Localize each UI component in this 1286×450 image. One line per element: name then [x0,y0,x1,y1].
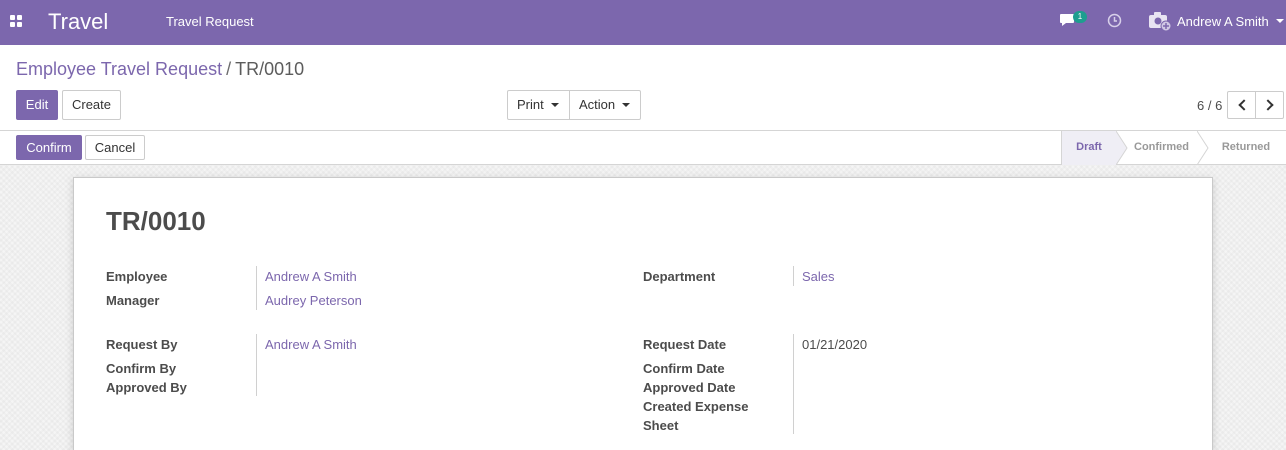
confirm-date-label: Confirm Date [643,361,725,376]
apps-icon[interactable] [10,15,23,27]
field-divider [256,334,257,396]
employee-value[interactable]: Andrew A Smith [265,269,357,284]
breadcrumb-separator: / [226,59,232,79]
created-expense-sheet-label-cont: Sheet [643,418,679,433]
request-date-label: Request Date [643,337,727,352]
field-divider [793,266,794,286]
created-expense-sheet-label: Created Expense [643,399,749,414]
pager-previous-button[interactable] [1227,91,1256,119]
stage-returned: Returned [1221,141,1271,153]
confirm-button[interactable]: Confirm [16,135,82,160]
request-date-value: 01/21/2020 [802,337,868,352]
request-by-label: Request By [106,337,178,352]
approved-by-label: Approved By [106,380,187,395]
edit-button[interactable]: Edit [16,90,58,120]
field-divider [793,334,794,434]
caret-down-icon [622,103,630,107]
record-title: TR/0010 [106,206,206,236]
action-label: Action [579,97,616,112]
chevron-left-icon [1238,99,1250,111]
breadcrumb-parent[interactable]: Employee Travel Request [16,59,222,79]
stage-draft: Draft [1061,131,1116,165]
menu-travel-request[interactable]: Travel Request [166,14,254,29]
status-bar: Confirm Cancel Draft Confirmed Returned [0,131,1286,165]
field-divider [256,266,257,310]
chevron-down-icon[interactable] [1276,19,1284,23]
pager-value[interactable]: 6 / 6 [1197,98,1222,113]
department-label: Department [643,269,716,284]
user-menu-name[interactable]: Andrew A Smith [1177,14,1269,29]
cancel-button[interactable]: Cancel [85,135,145,160]
clock-icon[interactable] [1107,13,1122,28]
employee-label: Employee [106,269,168,284]
pager-next-button[interactable] [1255,91,1284,119]
stage-confirmed: Confirmed [1134,141,1189,153]
confirm-by-label: Confirm By [106,361,177,376]
approved-date-label: Approved Date [643,380,736,395]
action-dropdown[interactable]: Action [569,90,641,120]
print-label: Print [517,97,544,112]
print-dropdown[interactable]: Print [507,90,570,120]
chat-badge: 1 [1073,11,1087,23]
breadcrumb-current: TR/0010 [235,59,305,79]
breadcrumb: Employee Travel Request / TR/0010 [16,58,304,80]
caret-down-icon [551,103,559,107]
top-navbar: Travel Travel Request 1 Andrew A Smith [0,0,1286,45]
create-button[interactable]: Create [62,90,121,120]
app-brand: Travel [48,9,109,34]
manager-value[interactable]: Audrey Peterson [265,293,362,308]
department-value[interactable]: Sales [802,269,835,284]
chevron-right-icon [1262,99,1274,111]
avatar-icon[interactable] [1148,10,1172,32]
request-by-value[interactable]: Andrew A Smith [265,337,357,352]
manager-label: Manager [106,293,160,308]
